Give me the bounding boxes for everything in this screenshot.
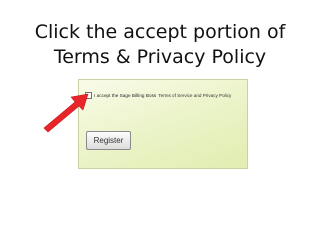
slide-title: Click the accept portion of Terms & Priv… [0,20,320,70]
arrow-shape [43,93,89,133]
registration-panel: I accept the Sage Billing Boss Terms of … [78,79,248,169]
register-button[interactable]: Register [86,131,131,150]
terms-privacy-link[interactable]: Terms of Service and Privacy Policy [158,93,231,98]
slide-title-line-2: Terms & Privacy Policy [53,46,267,68]
accept-terms-label[interactable]: I accept the Sage Billing Boss [94,93,156,98]
arrow-icon [43,93,89,133]
slide-title-line-1: Click the accept portion of [34,21,286,43]
terms-acceptance-row[interactable]: I accept the Sage Billing Boss Terms of … [85,90,231,100]
